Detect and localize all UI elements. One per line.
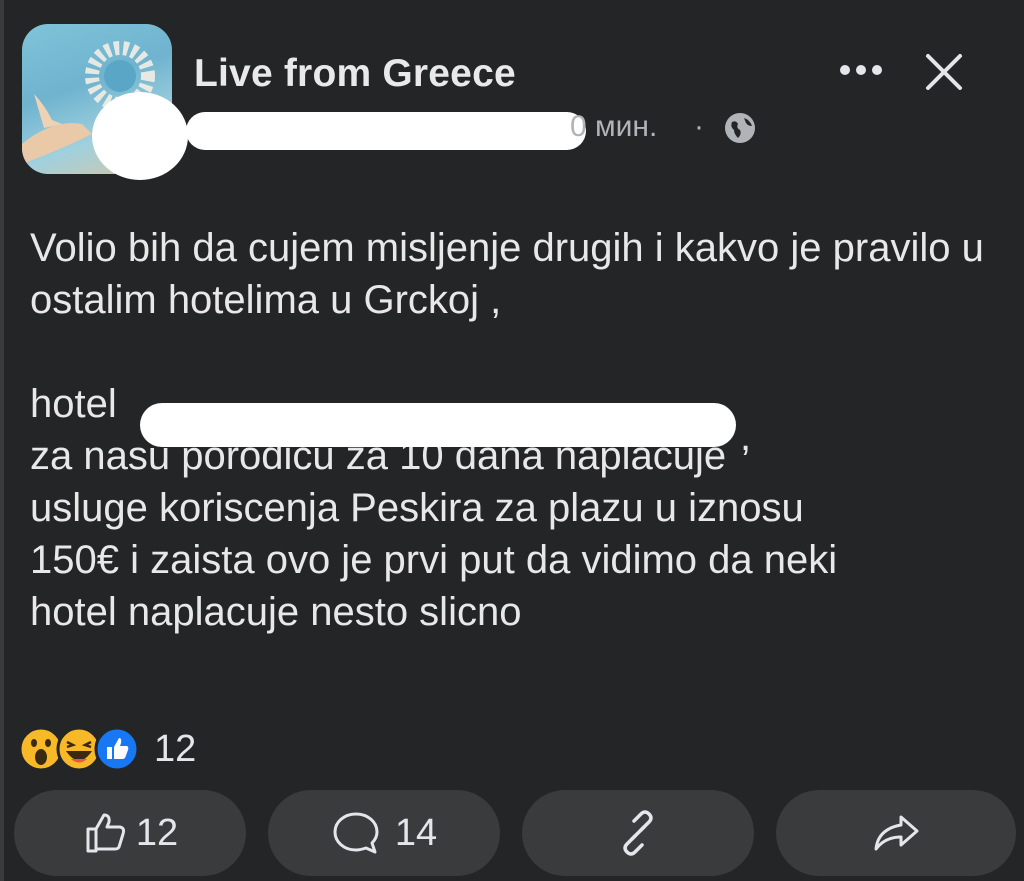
window-edge: [0, 0, 4, 881]
share-button[interactable]: [776, 790, 1016, 876]
more-dot-icon: [872, 65, 882, 75]
copy-link-button[interactable]: [522, 790, 754, 876]
redacted-author-name: [186, 112, 586, 150]
link-icon: [623, 810, 653, 856]
reaction-count: 12: [154, 727, 197, 770]
post-line: 150€ i zaista ovo je prvi put da vidimo …: [30, 538, 838, 582]
post-paragraph: Volio bih da cujem misljenje drugih i ka…: [30, 226, 984, 322]
thumbs-up-icon: [86, 813, 125, 853]
comment-icon: [333, 812, 379, 854]
hotel-prefix: hotel: [30, 382, 117, 426]
comment-count: 14: [394, 811, 438, 854]
redacted-hotel-name: [140, 403, 736, 447]
comment-button[interactable]: 14: [268, 790, 500, 876]
globe-icon: [725, 113, 755, 143]
reaction-summary[interactable]: 12: [18, 724, 196, 774]
hotel-suffix: ,: [740, 415, 752, 459]
more-dot-icon: [840, 65, 850, 75]
more-dot-icon: [856, 65, 866, 75]
like-icon: [94, 726, 140, 772]
page-title[interactable]: Live from Greece: [194, 52, 516, 96]
redacted-profile-avatar: [92, 92, 188, 180]
like-button[interactable]: 12: [14, 790, 246, 876]
post-line: hotel naplacuje nesto slicno: [30, 590, 522, 634]
share-icon: [874, 815, 919, 851]
meta-separator: ·: [694, 110, 704, 143]
close-icon[interactable]: [922, 50, 966, 94]
post-line: usluge koriscenja Peskira za plazu u izn…: [30, 486, 804, 530]
like-count: 12: [135, 811, 179, 854]
more-options-button[interactable]: [832, 50, 890, 90]
post-timestamp[interactable]: 0 мин.: [570, 110, 657, 144]
